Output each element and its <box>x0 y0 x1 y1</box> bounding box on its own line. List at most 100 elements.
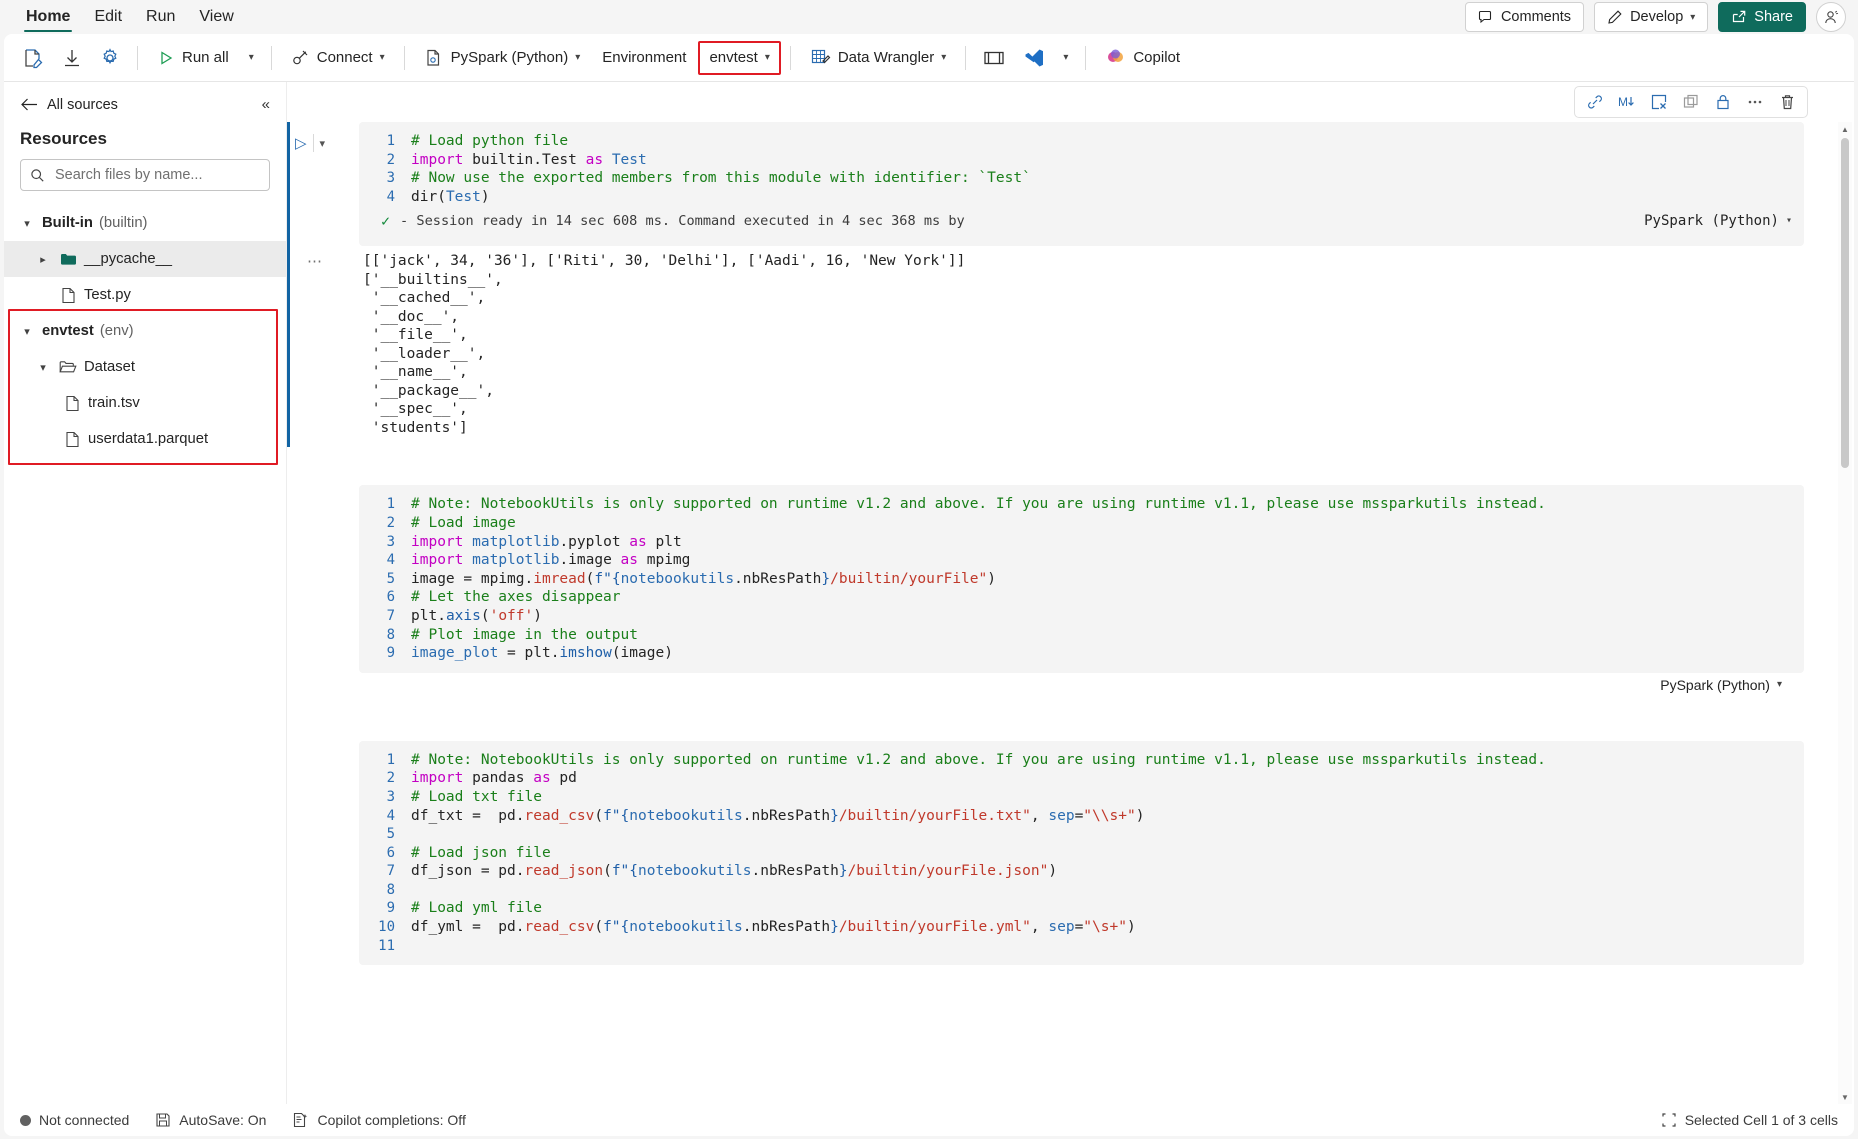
output-more-icon[interactable]: ⋯ <box>307 252 323 270</box>
file-icon <box>62 431 82 448</box>
code-token: ( <box>594 919 604 936</box>
tree-item-built-in[interactable]: ▾ Built-in (builtin) <box>4 205 286 241</box>
environment-button[interactable]: Environment <box>592 41 696 75</box>
chevron-down-icon[interactable]: ▾ <box>18 217 36 230</box>
vscode-button[interactable] <box>1015 41 1053 75</box>
autosave-status[interactable]: AutoSave: On <box>155 1112 266 1128</box>
search-input[interactable] <box>53 166 260 184</box>
code-token: , <box>1030 919 1049 936</box>
line-number: 9 <box>386 645 395 662</box>
settings-button[interactable] <box>92 41 128 75</box>
link-cell-icon[interactable] <box>1581 89 1609 115</box>
more-options-icon[interactable] <box>1741 89 1769 115</box>
develop-button[interactable]: Develop ▾ <box>1594 2 1709 32</box>
code-editor-1[interactable]: 1 # Load python file 2 import builtin.Test… <box>359 122 1804 247</box>
run-all-dropdown[interactable]: ▾ <box>241 41 262 75</box>
cell-language-picker-2[interactable]: PySpark (Python) ▾ <box>1660 677 1794 693</box>
code-text: # Load yml file <box>411 900 542 917</box>
code-token: ( <box>480 607 490 624</box>
code-editor-3[interactable]: 1 # Note: NotebookUtils is only supported… <box>359 740 1804 966</box>
run-all-button[interactable]: Run all <box>147 41 239 75</box>
duplicate-icon[interactable] <box>1677 89 1705 115</box>
delete-icon[interactable] <box>1773 89 1801 115</box>
code-token: f" <box>611 863 630 880</box>
copilot-completions-status[interactable]: Copilot completions: Off <box>292 1112 466 1128</box>
collapse-cell-icon[interactable]: ▾ <box>320 137 326 150</box>
panel-layout-button[interactable] <box>975 41 1013 75</box>
connect-button[interactable]: Connect ▾ <box>281 41 395 75</box>
tree-item-userdata1-parquet[interactable]: userdata1.parquet <box>4 421 286 457</box>
tree-item-test-py[interactable]: ▸ Test.py <box>4 277 286 313</box>
code-token: mpimg. <box>472 570 534 587</box>
code-token: notebookutils <box>629 919 743 936</box>
code-token: = <box>472 807 481 824</box>
clear-output-icon[interactable] <box>1645 89 1673 115</box>
lock-icon[interactable] <box>1709 89 1737 115</box>
notebook-scrollbar[interactable]: ▲ ▼ <box>1838 122 1852 1104</box>
code-token: read_csv <box>524 919 595 936</box>
line-number: 3 <box>386 170 395 187</box>
ribbon-tab-edit[interactable]: Edit <box>82 0 134 34</box>
pencil-icon <box>1607 9 1623 25</box>
chevron-down-icon: ▾ <box>1063 52 1069 63</box>
tree-item-train-tsv[interactable]: train.tsv <box>4 385 286 421</box>
download-button[interactable] <box>54 41 90 75</box>
chevron-down-icon[interactable]: ▾ <box>34 361 52 374</box>
cell-execution-status-1: [1] ✓ - Session ready in 14 sec 608 ms. … <box>359 206 1804 237</box>
ribbon-tab-run[interactable]: Run <box>134 0 187 34</box>
connection-status[interactable]: Not connected <box>20 1112 129 1128</box>
cell-selection-status[interactable]: Selected Cell 1 of 3 cells <box>1661 1112 1838 1128</box>
language-selector[interactable]: PySpark (Python) ▾ <box>414 41 591 75</box>
code-token: ) <box>480 188 490 205</box>
chevron-down-icon: ▾ <box>941 52 947 63</box>
notebook-cell-2[interactable]: 1 # Note: NotebookUtils is only supported… <box>359 485 1804 702</box>
code-line: 6 # Load json file <box>359 844 1804 863</box>
new-notebook-icon-button[interactable] <box>14 41 52 75</box>
connect-icon <box>291 48 310 67</box>
chevron-down-icon[interactable]: ▾ <box>18 325 36 338</box>
download-icon <box>62 48 82 68</box>
chevron-down-icon: ▾ <box>764 52 770 63</box>
scrollbar-thumb[interactable] <box>1841 138 1849 468</box>
notebook-cell-1[interactable]: ▷ ▾ 1 # Load python file 2 import builtin.… <box>287 122 1804 448</box>
chevron-right-icon[interactable]: ▸ <box>34 253 52 266</box>
share-button[interactable]: Share <box>1718 2 1806 32</box>
code-editor-2[interactable]: 1 # Note: NotebookUtils is only supported… <box>359 485 1804 673</box>
user-avatar-button[interactable] <box>1816 2 1846 32</box>
code-token: plt <box>411 607 438 624</box>
line-number: 6 <box>386 844 395 861</box>
all-sources-back-button[interactable]: All sources <box>20 97 118 113</box>
vscode-dropdown[interactable]: ▾ <box>1055 41 1076 75</box>
share-label: Share <box>1754 9 1793 25</box>
code-line: 9 # Load yml file <box>359 899 1804 918</box>
scroll-up-icon[interactable]: ▲ <box>1838 122 1852 136</box>
data-wrangler-icon <box>810 47 831 68</box>
tree-item-pycache[interactable]: ▸ __pycache__ <box>4 241 286 277</box>
chevron-down-icon: ▾ <box>1785 215 1792 227</box>
ribbon-tab-home[interactable]: Home <box>14 0 82 34</box>
tree-item-dataset[interactable]: ▾ Dataset <box>4 349 286 385</box>
search-files-box[interactable] <box>20 159 270 191</box>
comments-button[interactable]: Comments <box>1464 2 1585 32</box>
envtest-selector[interactable]: envtest ▾ <box>698 40 781 75</box>
data-wrangler-button[interactable]: Data Wrangler ▾ <box>800 41 956 75</box>
code-token: df_txt <box>411 807 473 824</box>
divider <box>403 45 405 70</box>
cell-language-picker-1[interactable]: PySpark (Python) ▾ <box>1644 212 1804 231</box>
copilot-button[interactable]: Copilot <box>1095 41 1190 75</box>
tree-item-envtest[interactable]: ▾ envtest (env) <box>4 313 286 349</box>
code-token: ) <box>533 607 542 624</box>
ribbon-tab-view[interactable]: View <box>187 0 245 34</box>
code-token: = <box>480 863 490 880</box>
code-token: sep <box>1048 919 1075 936</box>
notebook-cell-3[interactable]: 1 # Note: NotebookUtils is only supported… <box>359 740 1804 976</box>
code-token: = <box>1074 807 1084 824</box>
run-cell-icon[interactable]: ▷ <box>295 136 307 151</box>
markdown-icon[interactable]: M <box>1613 89 1641 115</box>
code-token: image <box>620 645 665 662</box>
line-number: 3 <box>386 533 395 550</box>
code-token: } <box>830 919 839 936</box>
collapse-sidebar-button[interactable]: « <box>258 94 274 115</box>
scroll-down-icon[interactable]: ▼ <box>1838 1090 1852 1104</box>
